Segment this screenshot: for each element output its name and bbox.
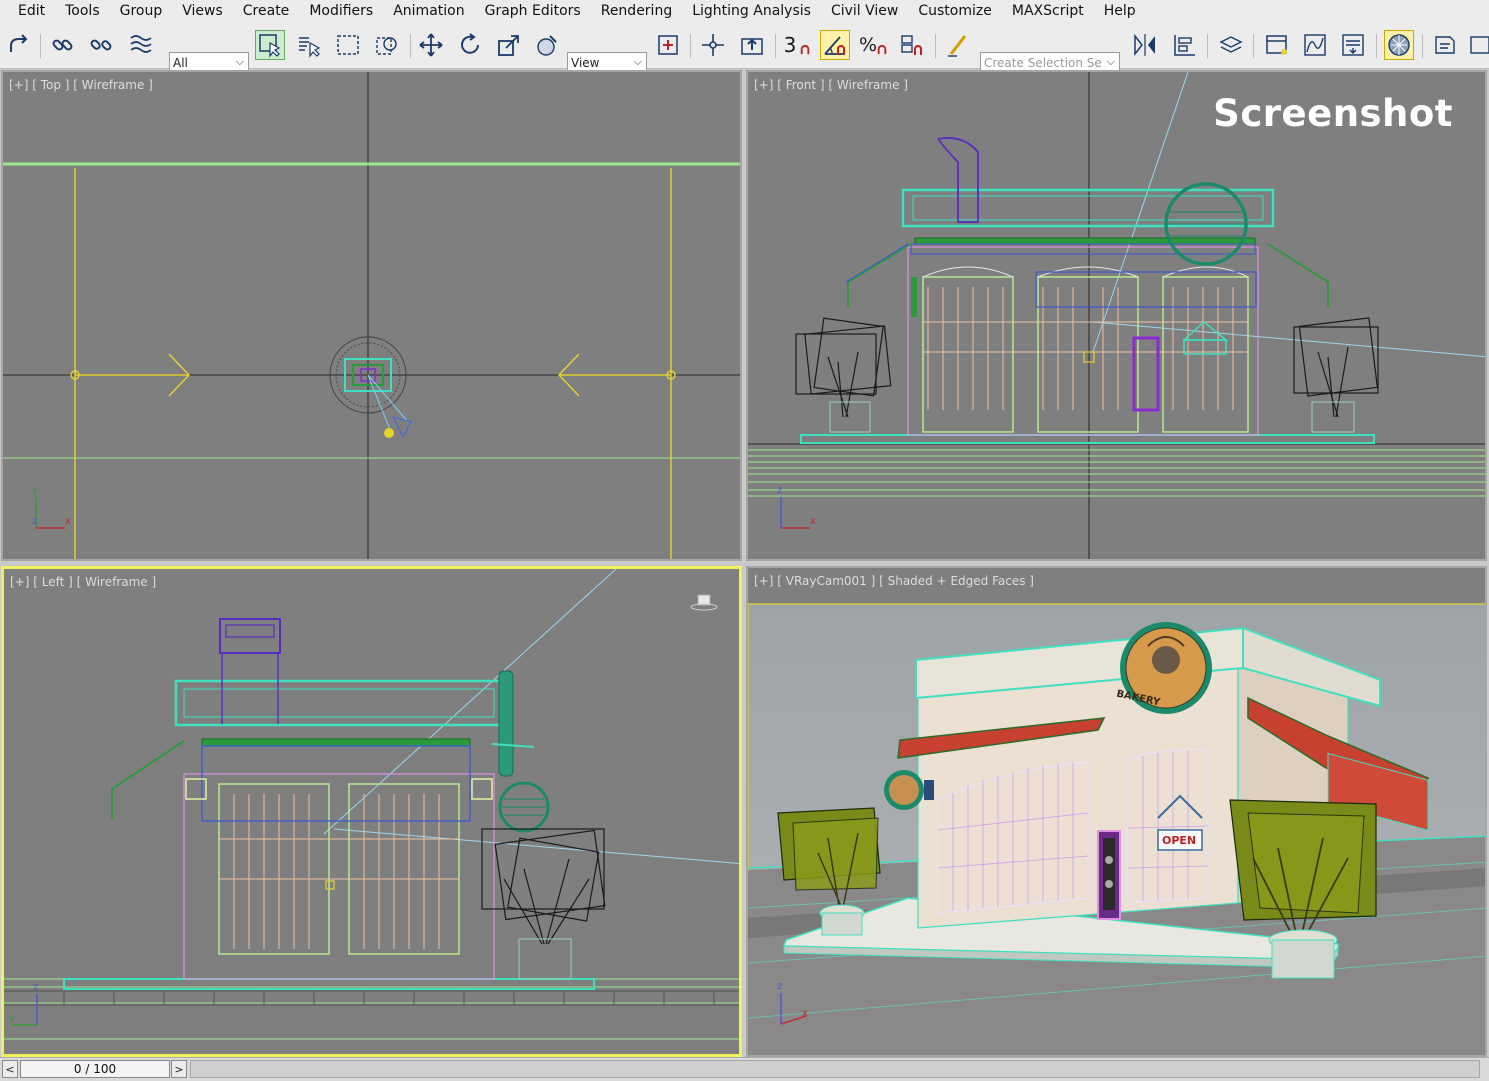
undo-icon[interactable] [4,30,34,60]
snaps-toggle-icon[interactable]: 3 [782,30,812,60]
axis-x-label: x [810,516,816,527]
axis-x-label: x [65,516,71,527]
placement-icon[interactable] [532,30,562,60]
select-object-icon[interactable] [255,30,285,60]
move-icon[interactable] [416,30,446,60]
watermark-text: Screenshot [1213,92,1453,135]
menu-group[interactable]: Group [110,0,173,22]
angle-snap-icon[interactable] [820,30,850,60]
mirror-icon[interactable] [1130,30,1160,60]
menu-lighting-analysis[interactable]: Lighting Analysis [682,0,821,22]
prev-frame-button[interactable]: < [2,1060,18,1078]
rotate-icon[interactable] [455,30,485,60]
bind-spacewarp-icon[interactable] [126,30,156,60]
axis-y-label: y [9,1013,15,1024]
percent-snap-icon[interactable]: % [858,30,888,60]
curve-editor-icon[interactable] [1300,30,1330,60]
menu-animation[interactable]: Animation [383,0,474,22]
scene-explorer-icon[interactable] [1262,30,1292,60]
edit-named-sel-icon[interactable] [943,30,973,60]
menu-bar: Edit Tools Group Views Create Modifiers Animat… [0,0,1489,23]
window-crossing-icon[interactable] [372,30,402,60]
align-icon[interactable] [1170,30,1200,60]
scale-icon[interactable] [494,30,524,60]
select-by-name-icon[interactable] [294,30,324,60]
axis-z-label: z [32,516,38,527]
menu-create[interactable]: Create [233,0,300,22]
viewport-camera-label[interactable]: [+] [ VRayCam001 ] [ Shaded + Edged Face… [754,574,1034,588]
menu-civil-view[interactable]: Civil View [821,0,908,22]
layer-manager-icon[interactable] [1216,30,1246,60]
top-view-wireframe [3,72,740,559]
spinner-snap-icon[interactable] [897,30,927,60]
axis-y-label: y [32,485,38,496]
viewport-left[interactable]: [+] [ Left ] [ Wireframe ] z y [1,566,742,1057]
menu-graph-editors[interactable]: Graph Editors [475,0,591,22]
menu-rendering[interactable]: Rendering [591,0,683,22]
select-manipulate-icon[interactable] [698,30,728,60]
viewport-front-label[interactable]: [+] [ Front ] [ Wireframe ] [754,78,908,92]
plant-left-view-wireframe [481,828,606,945]
menu-help[interactable]: Help [1094,0,1146,22]
menu-tools[interactable]: Tools [55,0,110,22]
menu-maxscript[interactable]: MAXScript [1002,0,1094,22]
schematic-view-icon[interactable] [1338,30,1368,60]
axis-z-label: z [777,485,783,496]
viewport-front[interactable]: [+] [ Front ] [ Wireframe ] Screenshot z… [746,70,1487,561]
unlink-icon[interactable] [86,30,116,60]
next-frame-button[interactable]: > [171,1060,187,1078]
left-view-wireframe [4,569,739,1040]
open-sign-text: OPEN [1162,834,1197,847]
keyboard-shortcut-icon[interactable] [737,30,767,60]
time-slider-thumb[interactable]: 0 / 100 [20,1060,170,1078]
axis-z-label: z [777,981,783,992]
viewport-top[interactable]: [+] [ Top ] [ Wireframe ] y x z [1,70,742,561]
render-frame-icon[interactable] [1466,30,1489,60]
axis-x-label: x [802,1008,808,1019]
viewport-left-label[interactable]: [+] [ Left ] [ Wireframe ] [10,575,156,589]
menu-modifiers[interactable]: Modifiers [299,0,383,22]
render-setup-icon[interactable] [1430,30,1460,60]
menu-customize[interactable]: Customize [908,0,1002,22]
axis-z-label: z [33,982,39,993]
material-editor-icon[interactable] [1384,30,1414,60]
camera-shaded-view [748,603,1485,1055]
main-toolbar: All ⌵ View ⌵ 3 % Create Selection Se ⌵ [0,22,1489,74]
time-slider-track[interactable] [190,1060,1480,1078]
viewport-camera[interactable]: [+] [ VRayCam001 ] [ Shaded + Edged Face… [746,566,1487,1057]
pivot-icon[interactable] [654,30,684,60]
rect-region-icon[interactable] [333,30,363,60]
time-slider: < 0 / 100 > [0,1057,1489,1081]
viewport-top-label[interactable]: [+] [ Top ] [ Wireframe ] [9,78,153,92]
front-view-wireframe [748,72,1485,559]
menu-edit[interactable]: Edit [0,0,55,22]
link-icon[interactable] [48,30,78,60]
menu-views[interactable]: Views [172,0,233,22]
